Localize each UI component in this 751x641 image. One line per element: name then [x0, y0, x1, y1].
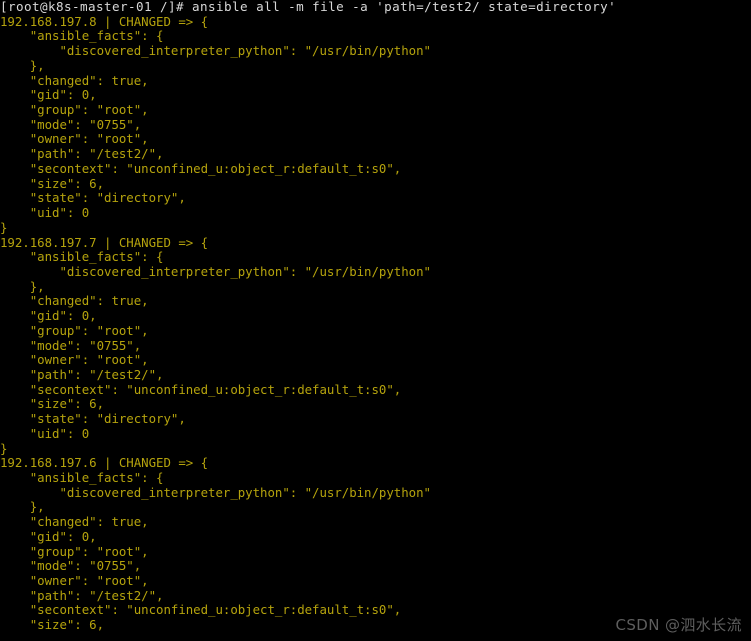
json-output-line: "owner": "root", — [0, 131, 149, 147]
json-output-line: "discovered_interpreter_python": "/usr/b… — [0, 263, 431, 279]
json-output-line: "owner": "root", — [0, 352, 149, 368]
json-output-line: }, — [0, 499, 45, 515]
json-output-line: "uid": 0 — [0, 205, 90, 221]
json-output-line: "ansible_facts": { — [0, 249, 164, 265]
json-output-line: "gid": 0, — [0, 308, 97, 324]
host-result-header-line: 192.168.197.6 | CHANGED => { — [0, 455, 209, 471]
json-output-line: "group": "root", — [0, 543, 149, 559]
json-output-line: "secontext": "unconfined_u:object_r:defa… — [0, 381, 402, 397]
json-output-line: "gid": 0, — [0, 87, 97, 103]
json-output-line: "group": "root", — [0, 102, 149, 118]
json-output-line: "secontext": "unconfined_u:object_r:defa… — [0, 160, 402, 176]
json-output-line: "path": "/test2/", — [0, 146, 164, 162]
csdn-watermark: CSDN @泗水长流 — [615, 616, 742, 634]
json-output-line: "ansible_facts": { — [0, 470, 164, 485]
json-output-line: } — [0, 219, 8, 235]
json-output-line: "path": "/test2/", — [0, 587, 164, 603]
json-output-line: "discovered_interpreter_python": "/usr/b… — [0, 43, 431, 59]
json-output-line: "mode": "0755", — [0, 558, 142, 574]
terminal-output-pane[interactable]: [root@k8s-master-01 /]# ansible all -m f… — [0, 0, 751, 641]
json-output-line: }, — [0, 57, 45, 73]
json-output-line: "mode": "0755", — [0, 337, 142, 353]
json-output-line: "gid": 0, — [0, 528, 97, 544]
json-output-line: "size": 6, — [0, 175, 105, 191]
json-output-line: "path": "/test2/", — [0, 366, 164, 382]
json-output-line: "changed": true, — [0, 72, 149, 88]
json-output-line: "ansible_facts": { — [0, 28, 164, 44]
terminal-line-container: [root@k8s-master-01 /]# ansible all -m f… — [0, 0, 751, 633]
json-output-line: "group": "root", — [0, 322, 149, 338]
json-output-line: }, — [0, 278, 45, 294]
json-output-line: "changed": true, — [0, 514, 149, 530]
command-prompt-line: [root@k8s-master-01 /]# ansible all -m f… — [0, 0, 617, 14]
json-output-line: } — [0, 440, 8, 456]
json-output-line: "mode": "0755", — [0, 116, 142, 132]
json-output-line: "size": 6, — [0, 396, 105, 412]
host-result-header-line: 192.168.197.7 | CHANGED => { — [0, 234, 209, 250]
json-output-line: "discovered_interpreter_python": "/usr/b… — [0, 484, 431, 500]
json-output-line: "uid": 0 — [0, 425, 90, 441]
json-output-line: "state": "directory", — [0, 411, 186, 427]
host-result-header-line: 192.168.197.8 | CHANGED => { — [0, 13, 209, 29]
json-output-line: "state": "directory", — [0, 190, 186, 206]
json-output-line: "changed": true, — [0, 293, 149, 309]
json-output-line: "owner": "root", — [0, 573, 149, 589]
